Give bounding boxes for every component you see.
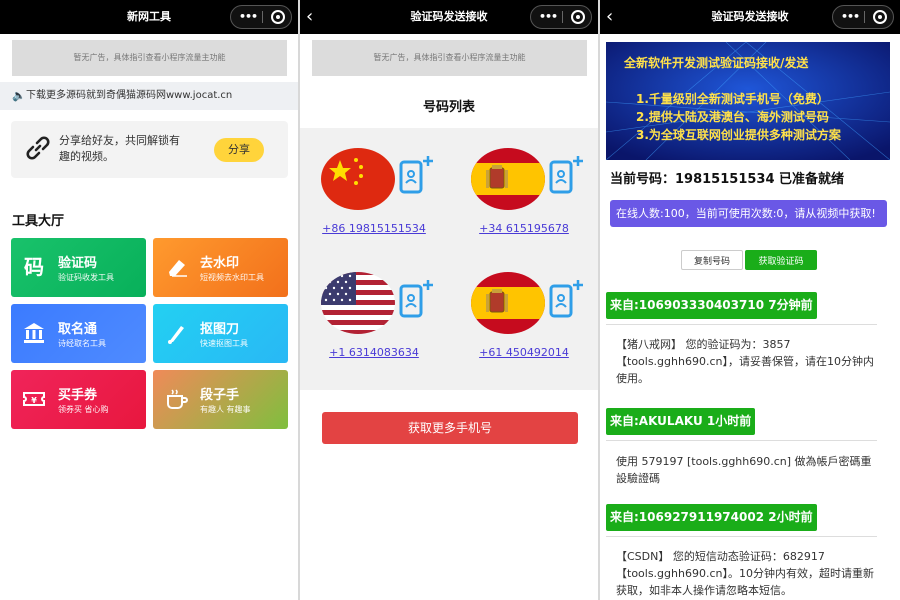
current-number-status: 当前号码：19815151534 已准备就绪: [610, 172, 845, 187]
tool-card-verify[interactable]: 码 验证码 验证码收发工具: [11, 238, 146, 297]
number-cell[interactable]: +86 19815151534: [304, 132, 444, 250]
promo-banner: 全新软件开发测试验证码接收/发送 1.千量级别全新测试手机号（免费） 2.提供大…: [606, 42, 890, 160]
tool-subtitle: 领券买 省心购: [58, 405, 109, 414]
nav-bar: 新网工具 •••: [0, 0, 298, 34]
ad-placeholder: 暂无广告，具体指引查看小程序流量主功能: [12, 40, 287, 76]
nav-bar: 验证码发送接收 ‹ •••: [600, 0, 900, 34]
number-cell[interactable]: +34 615195678: [454, 132, 594, 250]
number-grid: +86 19815151534 +34 615195678 +1 6314083…: [300, 128, 598, 390]
share-text: 分享给好友，共同解锁有趣的视频。: [59, 134, 180, 163]
tool-name: 段子手: [200, 388, 240, 403]
tool-name: 去水印: [200, 256, 240, 271]
add-phone-icon[interactable]: [398, 276, 438, 320]
tool-card-cutout[interactable]: 抠图刀 快速抠图工具: [153, 304, 288, 363]
tool-card-watermark[interactable]: 去水印 短视频去水印工具: [153, 238, 288, 297]
get-code-button[interactable]: 获取验证码: [745, 250, 817, 270]
svg-text:¥: ¥: [31, 396, 37, 405]
share-button[interactable]: 分享: [214, 138, 264, 162]
capsule-menu[interactable]: •••: [832, 5, 894, 29]
bank-icon: [24, 323, 44, 343]
close-circle-icon[interactable]: [571, 10, 585, 24]
banner-line: 2.提供大陆及港澳台、海外测试号码: [636, 110, 829, 124]
message-divider: [606, 440, 877, 441]
message-body: 【CSDN】 您的短信动态验证码：682917 【tools.gghh690.c…: [616, 550, 874, 597]
tool-subtitle: 诗经取名工具: [58, 339, 106, 348]
nav-bar: 验证码发送接收 ‹ •••: [300, 0, 598, 34]
message-sender: 来自:AKULAKU 1小时前: [606, 408, 756, 435]
tool-name: 取名通: [58, 322, 98, 337]
tool-name: 抠图刀: [200, 322, 240, 337]
tool-name: 买手券: [58, 388, 98, 403]
phone-number-link[interactable]: +86 19815151534: [304, 222, 444, 235]
tool-subtitle: 短视频去水印工具: [200, 273, 264, 282]
number-list-screen: 验证码发送接收 ‹ ••• 暂无广告，具体指引查看小程序流量主功能 号码列表 +…: [300, 0, 598, 600]
message-sender: 来自:106903330403710 7分钟前: [606, 292, 817, 319]
more-dots-icon[interactable]: •••: [239, 6, 258, 28]
code-char-icon: 码: [24, 255, 44, 279]
capsule-separator: [262, 11, 263, 23]
tool-card-jokes[interactable]: 段子手 有趣人 有趣事: [153, 370, 288, 429]
screenshot-root: 新网工具 ••• 暂无广告，具体指引查看小程序流量主功能 🔈 下载更多源码就到奇…: [0, 0, 900, 600]
online-status-bar: 在线人数:100，当前可使用次数:0，请从视频中获取!: [610, 200, 887, 227]
coffee-icon: [167, 389, 188, 409]
banner-line: 1.千量级别全新测试手机号（免费）: [636, 92, 829, 106]
china-flag-icon: [321, 148, 395, 210]
ad-placeholder: 暂无广告，具体指引查看小程序流量主功能: [312, 40, 587, 76]
capsule-menu[interactable]: •••: [230, 5, 292, 29]
speaker-icon: 🔈: [12, 89, 26, 102]
tool-subtitle: 快速抠图工具: [200, 339, 248, 348]
back-arrow-icon[interactable]: ‹: [606, 0, 613, 34]
tool-name: 验证码: [58, 256, 98, 271]
get-more-numbers-button[interactable]: 获取更多手机号: [322, 412, 578, 444]
more-dots-icon[interactable]: •••: [841, 6, 860, 28]
capsule-menu[interactable]: •••: [530, 5, 592, 29]
message-sender: 来自:106927911974002 2小时前: [606, 504, 817, 531]
notice-bar[interactable]: 🔈 下载更多源码就到奇偶猫源码网www.jocat.cn: [0, 82, 298, 110]
tool-hall-screen: 新网工具 ••• 暂无广告，具体指引查看小程序流量主功能 🔈 下载更多源码就到奇…: [0, 0, 298, 600]
share-card: 分享给好友，共同解锁有趣的视频。 分享: [11, 121, 288, 178]
message-body: 使用 579197 [tools.gghh690.cn] 做為帳戶密碼重設驗證碼: [616, 455, 872, 485]
usa-flag-icon: [321, 272, 395, 334]
tool-subtitle: 验证码收发工具: [58, 273, 114, 282]
list-title: 号码列表: [422, 100, 475, 115]
section-title: 工具大厅: [12, 214, 65, 229]
capsule-separator: [864, 11, 865, 23]
tool-subtitle: 有趣人 有趣事: [200, 405, 251, 414]
number-cell[interactable]: +1 6314083634: [304, 256, 444, 374]
banner-line: 3.为全球互联网创业提供多种测试方案: [636, 128, 841, 142]
message-divider: [606, 536, 877, 537]
close-circle-icon[interactable]: [873, 10, 887, 24]
more-dots-icon[interactable]: •••: [539, 6, 558, 28]
link-icon: [26, 136, 50, 160]
close-circle-icon[interactable]: [271, 10, 285, 24]
tool-card-coupon[interactable]: ¥ 买手券 领券买 省心购: [11, 370, 146, 429]
number-cell[interactable]: +61 450492014: [454, 256, 594, 374]
spain-flag-icon: [471, 272, 545, 334]
phone-number-link[interactable]: +1 6314083634: [304, 346, 444, 359]
add-phone-icon[interactable]: [398, 152, 438, 196]
back-arrow-icon[interactable]: ‹: [306, 0, 313, 34]
add-phone-icon[interactable]: [548, 152, 588, 196]
sms-receive-screen: 验证码发送接收 ‹ ••• 全新软件开发测试验证码接收/发送 1.千量级别全新测…: [600, 0, 900, 600]
capsule-separator: [562, 11, 563, 23]
message-divider: [606, 324, 877, 325]
eraser-icon: [169, 260, 187, 277]
message-body: 【猪八戒网】 您的验证码为：3857 【tools.gghh690.cn】，请妥…: [616, 338, 874, 385]
tool-card-naming[interactable]: 取名通 诗经取名工具: [11, 304, 146, 363]
copy-number-button[interactable]: 复制号码: [681, 250, 743, 270]
ticket-icon: ¥: [23, 392, 45, 406]
notice-text: 下载更多源码就到奇偶猫源码网www.jocat.cn: [26, 90, 233, 101]
add-phone-icon[interactable]: [548, 276, 588, 320]
phone-number-link[interactable]: +34 615195678: [454, 222, 594, 235]
knife-icon: [168, 326, 184, 344]
banner-headline: 全新软件开发测试验证码接收/发送: [624, 56, 809, 70]
phone-number-link[interactable]: +61 450492014: [454, 346, 594, 359]
spain-flag-icon: [471, 148, 545, 210]
